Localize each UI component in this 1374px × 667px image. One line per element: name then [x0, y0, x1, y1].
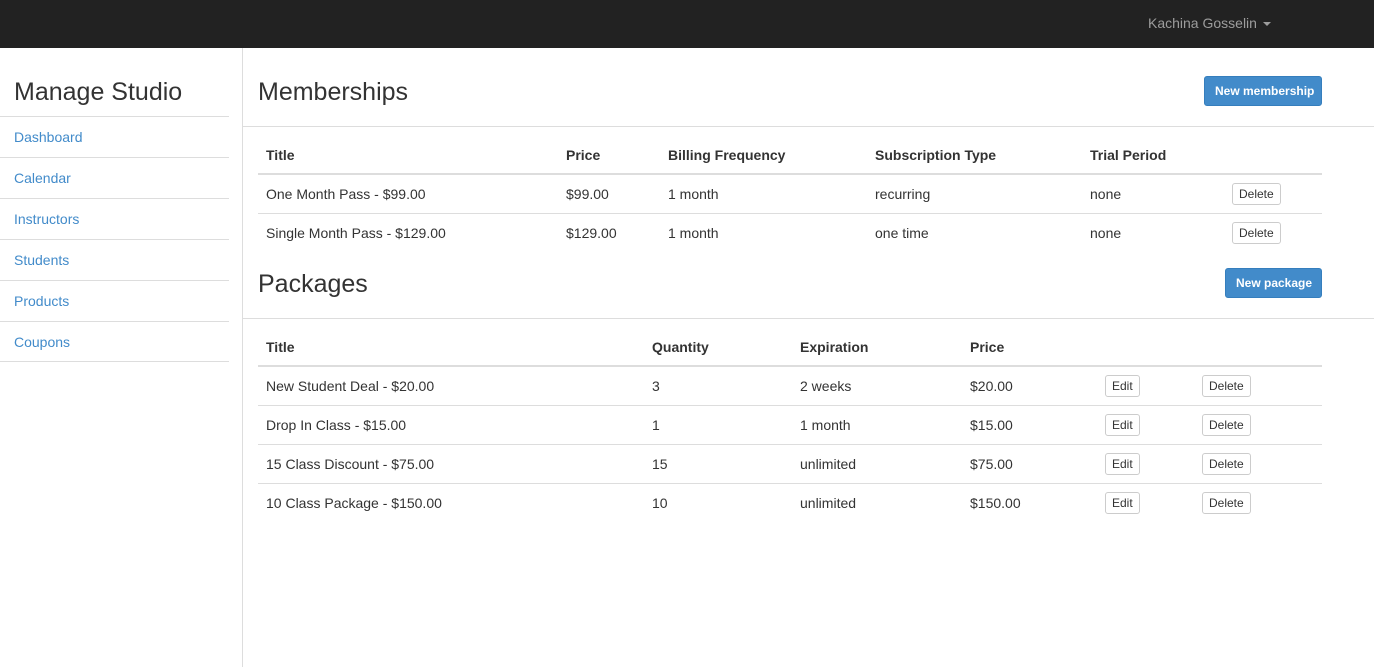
memberships-title: Memberships — [258, 78, 409, 106]
sidebar-nav: Dashboard Calendar Instructors Students … — [0, 116, 229, 362]
column-header-trial-period: Trial Period — [1082, 136, 1224, 175]
package-quantity: 3 — [652, 377, 660, 394]
package-expiration: unlimited — [792, 482, 962, 522]
sidebar-link-dashboard[interactable]: Dashboard — [0, 117, 229, 157]
delete-button[interactable]: Delete — [1202, 491, 1251, 514]
delete-button[interactable]: Delete — [1232, 182, 1281, 205]
column-header-billing-frequency: Billing Frequency — [660, 136, 867, 175]
package-edit-cell: Edit — [1097, 404, 1194, 444]
sidebar-item-products: Products — [0, 280, 229, 321]
new-membership-button[interactable]: New membership — [1204, 76, 1322, 106]
packages-title: Packages — [258, 270, 368, 298]
package-title: 15 Class Discount - $75.00 — [258, 443, 644, 483]
package-title: Drop In Class - $15.00 — [258, 404, 644, 444]
package-title: 10 Class Package - $150.00 — [258, 482, 644, 522]
membership-type: recurring — [875, 185, 931, 202]
new-package-button[interactable]: New package — [1225, 268, 1322, 298]
column-header-price: Price — [558, 136, 660, 175]
sidebar-link-coupons[interactable]: Coupons — [0, 322, 229, 362]
column-header-expiration: Expiration — [792, 328, 962, 367]
package-title: New Student Deal - $20.00 — [266, 377, 435, 394]
package-expiration: unlimited — [792, 443, 962, 483]
column-header-edit — [1097, 328, 1194, 367]
package-edit-cell: Edit — [1097, 443, 1194, 483]
sidebar-title: Manage Studio — [14, 78, 183, 106]
membership-price: $99.00 — [566, 185, 609, 202]
package-edit-cell: Edit — [1097, 366, 1194, 405]
sidebar-link-products[interactable]: Products — [0, 281, 229, 321]
column-header-title: Title — [258, 328, 644, 367]
package-expiration: 2 weeks — [800, 377, 852, 394]
sidebar-link-instructors[interactable]: Instructors — [0, 199, 229, 239]
delete-button[interactable]: Delete — [1202, 452, 1251, 475]
package-quantity: 15 — [644, 443, 792, 483]
caret-down-icon — [1262, 22, 1271, 27]
user-menu-dropdown[interactable]: Kachina Gosselin — [1148, 15, 1271, 31]
user-name: Kachina Gosselin — [1148, 15, 1257, 31]
membership-actions: Delete — [1224, 174, 1322, 213]
column-header-quantity: Quantity — [644, 328, 792, 367]
edit-button[interactable]: Edit — [1105, 413, 1140, 436]
table-row: 15 Class Discount - $75.00 15 unlimited … — [258, 443, 1322, 483]
sidebar-item-instructors: Instructors — [0, 198, 229, 239]
main-content: Memberships New membership Title Price B… — [243, 48, 1374, 667]
sidebar-item-students: Students — [0, 239, 229, 280]
packages-header: Packages New package — [243, 240, 1374, 319]
column-header-actions — [1224, 136, 1322, 175]
top-navbar: Kachina Gosselin — [0, 0, 1374, 48]
table-row: One Month Pass - $99.00 $99.00 1 month r… — [258, 174, 1322, 213]
package-price: $15.00 — [962, 404, 1097, 444]
sidebar-link-calendar[interactable]: Calendar — [0, 158, 229, 198]
table-header-row: Title Quantity Expiration Price — [258, 328, 1322, 367]
table-header-row: Title Price Billing Frequency Subscripti… — [258, 136, 1322, 175]
packages-table: Title Quantity Expiration Price New Stud… — [258, 328, 1322, 522]
package-delete-cell: Delete — [1194, 482, 1322, 522]
table-row: Drop In Class - $15.00 1 1 month $15.00 … — [258, 404, 1322, 444]
package-price: $20.00 — [970, 377, 1013, 394]
column-header-title: Title — [258, 136, 558, 175]
table-row: New Student Deal - $20.00 3 2 weeks $20.… — [258, 366, 1322, 405]
package-delete-cell: Delete — [1194, 366, 1322, 405]
package-price: $150.00 — [962, 482, 1097, 522]
membership-billing: 1 month — [668, 185, 719, 202]
column-header-price: Price — [962, 328, 1097, 367]
sidebar: Manage Studio Dashboard Calendar Instruc… — [0, 48, 243, 667]
membership-trial: none — [1090, 185, 1122, 202]
package-delete-cell: Delete — [1194, 404, 1322, 444]
column-header-subscription-type: Subscription Type — [867, 136, 1082, 175]
sidebar-item-coupons: Coupons — [0, 321, 229, 362]
package-expiration: 1 month — [792, 404, 962, 444]
memberships-header: Memberships New membership — [243, 48, 1374, 127]
package-quantity: 1 — [644, 404, 792, 444]
package-edit-cell: Edit — [1097, 482, 1194, 522]
edit-button[interactable]: Edit — [1105, 374, 1140, 397]
table-row: 10 Class Package - $150.00 10 unlimited … — [258, 482, 1322, 522]
column-header-delete — [1194, 328, 1322, 367]
package-delete-cell: Delete — [1194, 443, 1322, 483]
package-quantity: 10 — [644, 482, 792, 522]
package-price: $75.00 — [962, 443, 1097, 483]
memberships-table: Title Price Billing Frequency Subscripti… — [258, 136, 1322, 252]
sidebar-item-dashboard: Dashboard — [0, 116, 229, 157]
edit-button[interactable]: Edit — [1105, 452, 1140, 475]
delete-button[interactable]: Delete — [1202, 374, 1251, 397]
sidebar-link-students[interactable]: Students — [0, 240, 229, 280]
sidebar-item-calendar: Calendar — [0, 157, 229, 198]
delete-button[interactable]: Delete — [1202, 413, 1251, 436]
membership-title: One Month Pass - $99.00 — [266, 185, 426, 202]
edit-button[interactable]: Edit — [1105, 491, 1140, 514]
